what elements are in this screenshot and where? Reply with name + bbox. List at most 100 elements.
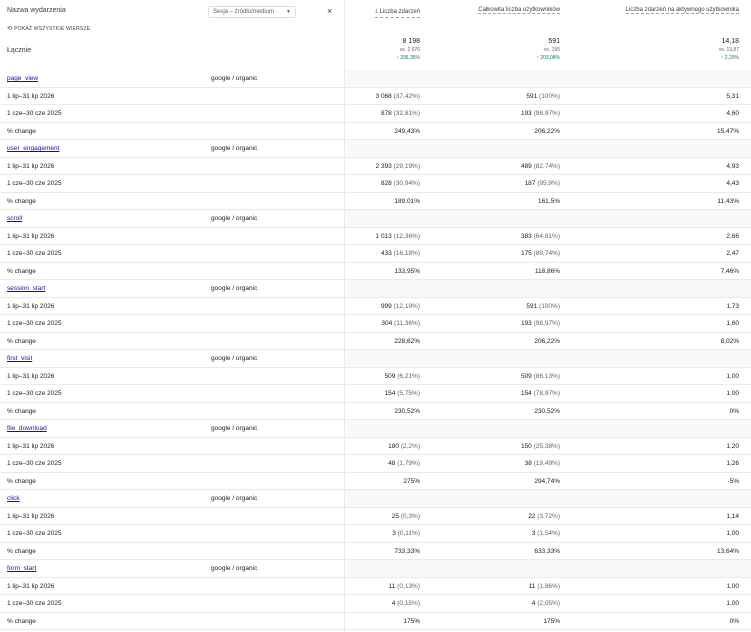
change-row: % change 228,62% 206,22% 8,02% [0, 333, 751, 350]
column-header-event-count[interactable]: 🡓 Liczba zdarzeń [374, 7, 420, 18]
change-row: % change 133,95% 118,86% 7,46% [0, 263, 751, 280]
period-label: 1 lip–31 lip 2026 [7, 232, 55, 240]
event-count-cell: 999 (12,19%) [380, 302, 420, 310]
period-row: 1 lip–31 lip 2026 1 013 (12,36%) 383 (64,8… [0, 228, 751, 245]
total-users-cell: 383 (64,81%) [520, 232, 560, 240]
show-all-rows-label: POKAŻ WSZYSTKIE WIERSZE [14, 26, 91, 32]
column-header-events-per-active-user[interactable]: Liczba zdarzeń na aktywnego użytkownika [625, 7, 739, 14]
column-header-total-users[interactable]: Całkowita liczba użytkowników [478, 7, 560, 14]
events-per-user-cell: 2,66 [726, 232, 739, 240]
event-name-link[interactable]: user_engagement [7, 145, 59, 152]
total-users-cell: 206,22% [534, 337, 560, 345]
events-per-user-cell: 5,31 [726, 92, 739, 100]
column-title-event-name: Nazwa wydarzenia [7, 7, 66, 14]
period-row: 1 lip–31 lip 2026 509 (6,21%) 509 (86,13%)… [0, 368, 751, 385]
event-count-cell: 1 013 (12,36%) [375, 232, 420, 240]
period-label: 1 lip–31 lip 2026 [7, 442, 55, 450]
events-per-user-cell: 1,00 [726, 600, 739, 607]
period-label: 1 cze–30 cze 2025 [7, 600, 62, 607]
events-per-user-cell: 1,73 [726, 302, 739, 310]
event-name-link[interactable]: form_start [7, 565, 36, 572]
show-all-rows-button[interactable]: ⟲ POKAŻ WSZYSTKIE WIERSZE [7, 25, 90, 32]
event-row: form_start google / organic [0, 560, 751, 578]
total-users-cell: 591 (100%) [526, 302, 560, 310]
event-count-cell: 304 (11,36%) [381, 320, 420, 327]
period-label: 1 cze–30 cze 2025 [7, 320, 62, 327]
dimension-select-label: Sesja – źródło/medium [213, 9, 275, 15]
total-users-cell: 38 (19,49%) [524, 460, 560, 467]
events-per-user-cell: 11,43% [717, 197, 739, 205]
period-row: 1 lip–31 lip 2026 2 393 (29,19%) 489 (82,7… [0, 158, 751, 175]
dropdown-arrow-icon: ▼ [286, 9, 291, 15]
events-per-user-cell: 1,20 [726, 442, 739, 450]
total-users-cell: 230,52% [534, 407, 560, 415]
total-users-cell: 161,5% [537, 197, 560, 205]
period-label: % change [7, 407, 36, 415]
sort-desc-icon: 🡓 [374, 9, 378, 15]
period-label: % change [7, 547, 36, 555]
period-row: 1 lip–31 lip 2026 180 (2,2%) 150 (25,38%) 1… [0, 438, 751, 455]
event-dimension-value: google / organic [211, 215, 258, 222]
event-count-cell: 25 (0,3%) [391, 512, 420, 520]
period-row: 1 lip–31 lip 2026 3 068 (37,42%) 591 (100%… [0, 88, 751, 105]
event-name-link[interactable]: session_start [7, 285, 45, 292]
totals-label: Łącznie [7, 47, 32, 54]
period-row: 1 cze–30 cze 2025 304 (11,36%) 193 (98,97%… [0, 315, 751, 333]
period-label: 1 cze–30 cze 2025 [7, 460, 62, 467]
events-per-user-cell: 15,47% [716, 127, 739, 135]
period-row: 1 lip–31 lip 2026 25 (0,3%) 22 (3,72%) 1,14 [0, 508, 751, 525]
event-row: scroll google / organic [0, 210, 751, 228]
period-row: 1 cze–30 cze 2025 878 (32,81%) 193 (98,97%… [0, 105, 751, 123]
remove-dimension-button[interactable]: × [327, 6, 332, 16]
event-name-link[interactable]: scroll [7, 215, 22, 222]
event-count-cell: 133,95% [394, 267, 420, 275]
events-per-user-cell: 4,60 [726, 110, 739, 117]
event-name-link[interactable]: page_view [7, 75, 38, 82]
total-users-cell: 3 (1,54%) [531, 530, 560, 537]
event-name-link[interactable]: click [7, 495, 20, 502]
event-count-cell: 4 (0,15%) [391, 600, 420, 607]
period-label: 1 cze–30 cze 2025 [7, 180, 62, 187]
event-name-link[interactable]: first_visit [7, 355, 32, 362]
events-per-user-cell: 1,60 [726, 320, 739, 327]
events-per-user-cell: 1,00 [726, 582, 739, 590]
event-row: click google / organic [0, 490, 751, 508]
events-per-user-cell: 13,64% [716, 547, 739, 555]
event-name-link[interactable]: file_download [7, 425, 47, 432]
total-users-cell: 633,33% [534, 547, 560, 555]
period-row: 1 cze–30 cze 2025 154 (5,75%) 154 (78,97%)… [0, 385, 751, 403]
event-row-metric-bg [345, 70, 751, 87]
events-per-user-cell: -5% [727, 477, 739, 485]
event-count-cell: 2 393 (29,19%) [375, 162, 420, 170]
event-row-metric-bg [345, 350, 751, 367]
dimension-select[interactable]: Sesja – źródło/medium ▼ [208, 6, 296, 18]
change-row: % change 189,01% 161,5% 11,43% [0, 193, 751, 210]
events-per-user-cell: 1,00 [726, 530, 739, 537]
period-row: 1 lip–31 lip 2026 11 (0,13%) 11 (1,86%) 1,0… [0, 578, 751, 595]
event-row-metric-bg [345, 210, 751, 227]
period-row: 1 cze–30 cze 2025 433 (16,18%) 175 (89,74%… [0, 245, 751, 263]
total-users-cell: 206,22% [534, 127, 560, 135]
event-dimension-value: google / organic [211, 285, 258, 292]
event-count-cell: 230,52% [394, 407, 420, 415]
event-dimension-value: google / organic [211, 355, 258, 362]
period-label: 1 cze–30 cze 2025 [7, 530, 62, 537]
event-row-metric-bg [345, 490, 751, 507]
event-row-metric-bg [345, 280, 751, 297]
event-count-cell: 733,33% [394, 547, 420, 555]
event-count-cell: 154 (5,75%) [384, 390, 420, 397]
event-row-metric-bg [345, 420, 751, 437]
period-label: 1 cze–30 cze 2025 [7, 390, 62, 397]
events-per-user-cell: 0% [729, 617, 739, 625]
total-users-cell: 4 (2,05%) [531, 600, 560, 607]
total-users-cell: 591 (100%) [526, 92, 560, 100]
total-users-cell: 187 (95,9%) [524, 180, 560, 187]
event-count-cell: 828 (30,94%) [380, 180, 420, 187]
events-per-user-cell: 4,43 [726, 180, 739, 187]
change-row: % change 230,52% 230,52% 0% [0, 403, 751, 420]
total-users-cell: 154 (78,97%) [520, 390, 560, 397]
change-row: % change 175% 175% 0% [0, 613, 751, 630]
period-label: % change [7, 337, 36, 345]
period-label: 1 lip–31 lip 2026 [7, 372, 55, 380]
change-row: % change 733,33% 633,33% 13,64% [0, 543, 751, 560]
